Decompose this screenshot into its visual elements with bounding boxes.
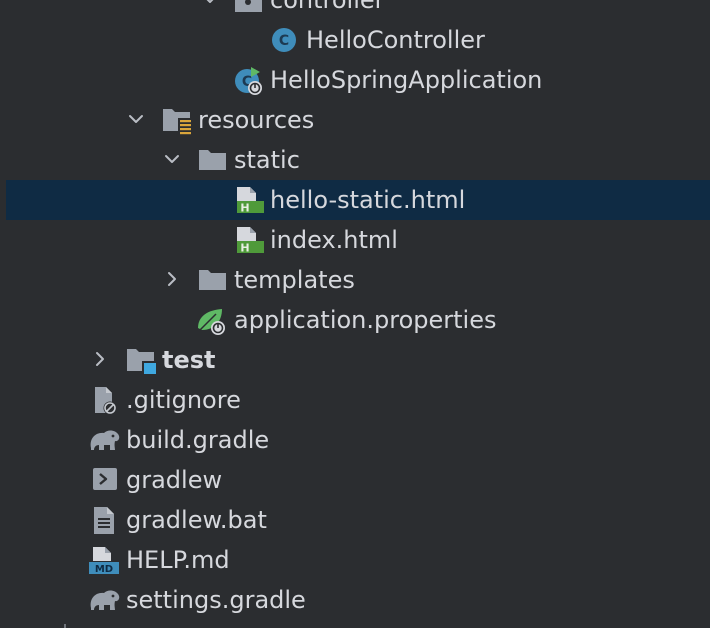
tree-item-label: HelloSpringApplication — [270, 66, 543, 94]
tree-item-hellocontroller[interactable]: C HelloController — [0, 20, 710, 60]
tree-item-gitignore[interactable]: .gitignore — [0, 380, 710, 420]
svg-text:H: H — [240, 242, 249, 255]
html-file-icon: H — [234, 186, 265, 215]
html-file-icon: H — [234, 226, 265, 255]
tree-item-resources[interactable]: resources — [0, 100, 710, 140]
spring-properties-icon — [196, 306, 226, 335]
spring-boot-application-icon: C — [232, 66, 262, 95]
tree-item-test[interactable]: test — [0, 340, 710, 380]
gradle-elephant-icon — [88, 586, 120, 614]
tree-item-static[interactable]: static — [0, 140, 710, 180]
tree-item-label: controller — [270, 0, 385, 14]
tree-item-gradlew-bat[interactable]: gradlew.bat — [0, 500, 710, 540]
shell-script-icon — [92, 466, 122, 494]
test-folder-icon — [126, 346, 157, 375]
tree-item-label: build.gradle — [126, 426, 270, 454]
tree-item-label: test — [162, 346, 216, 374]
package-folder-icon — [234, 0, 264, 14]
tree-item-gradlew[interactable]: gradlew — [0, 460, 710, 500]
tree-item-label: gradlew.bat — [126, 506, 267, 534]
svg-text:MD: MD — [95, 564, 113, 575]
tree-item-label: hello-static.html — [270, 186, 466, 214]
chevron-right-icon[interactable] — [88, 340, 114, 380]
java-class-icon: C — [270, 26, 300, 54]
tree-item-hellospringapplication[interactable]: C HelloSpringApplication — [0, 60, 710, 100]
tree-item-label: resources — [198, 106, 315, 134]
gradle-elephant-icon — [88, 426, 120, 454]
tree-item-application-properties[interactable]: application.properties — [0, 300, 710, 340]
folder-icon — [198, 266, 228, 294]
tree-guide-line — [64, 624, 66, 628]
tree-item-hello-static-html[interactable]: H hello-static.html — [6, 180, 710, 220]
chevron-right-icon[interactable] — [160, 260, 186, 300]
tree-item-templates[interactable]: templates — [0, 260, 710, 300]
svg-text:C: C — [279, 33, 289, 49]
tree-item-label: application.properties — [234, 306, 497, 334]
text-file-icon — [92, 506, 122, 534]
markdown-file-icon: MD — [88, 546, 119, 575]
chevron-down-icon[interactable] — [160, 140, 186, 180]
tree-item-label: gradlew — [126, 466, 223, 494]
tree-item-label: templates — [234, 266, 355, 294]
svg-text:H: H — [240, 202, 249, 215]
tree-item-label: index.html — [270, 226, 398, 254]
tree-item-label: .gitignore — [126, 386, 241, 414]
resources-folder-icon — [162, 106, 192, 135]
tree-item-settings-gradle[interactable]: settings.gradle — [0, 580, 710, 620]
ignored-file-icon — [92, 386, 122, 415]
tree-item-build-gradle[interactable]: build.gradle — [0, 420, 710, 460]
tree-item-help-md[interactable]: MD HELP.md — [0, 540, 710, 580]
tree-item-label: settings.gradle — [126, 586, 306, 614]
tree-item-label: HelloController — [306, 26, 485, 54]
tree-item-label: HELP.md — [126, 546, 230, 574]
folder-icon — [198, 146, 228, 174]
tree-item-controller[interactable]: controller — [0, 0, 710, 20]
chevron-down-icon[interactable] — [124, 100, 150, 140]
chevron-down-icon[interactable] — [198, 0, 224, 20]
tree-item-label: static — [234, 146, 300, 174]
project-tree: controller C HelloController C HelloSpri… — [0, 0, 710, 628]
tree-item-index-html[interactable]: H index.html — [0, 220, 710, 260]
